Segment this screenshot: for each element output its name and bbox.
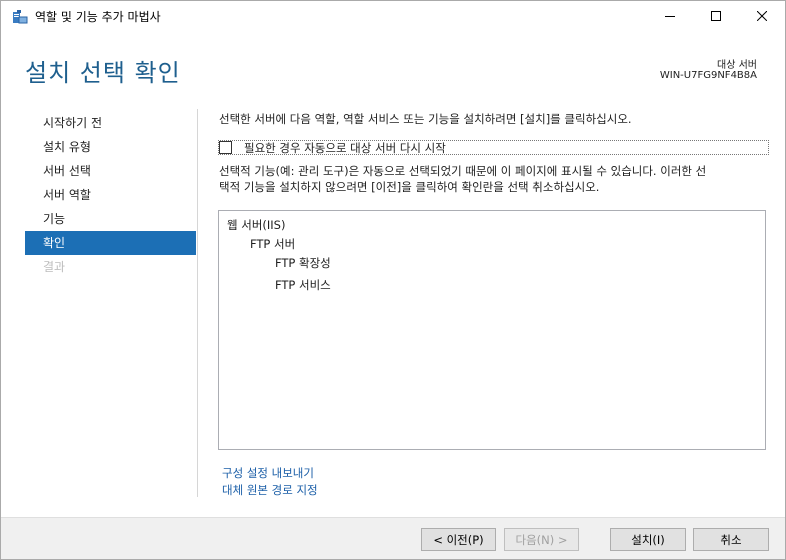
wizard-navigation: 시작하기 전 설치 유형 서버 선택 서버 역할 기능 확인 결과 <box>25 111 196 279</box>
selected-features-list[interactable]: 웹 서버(IIS) FTP 서버 FTP 확장성 FTP 서비스 <box>218 210 766 450</box>
note-line-1: 선택적 기능(예: 관리 도구)은 자동으로 선택되었기 때문에 이 페이지에 … <box>219 164 707 178</box>
intro-text: 선택한 서버에 다음 역할, 역할 서비스 또는 기능을 설치하려면 [설치]를… <box>219 112 632 126</box>
maximize-icon <box>711 11 721 21</box>
minimize-icon <box>665 16 675 17</box>
footer-bar: < 이전(P) 다음(N) > 설치(I) 취소 <box>1 517 785 559</box>
feature-item: FTP 확장성 <box>275 256 331 270</box>
feature-item: FTP 서비스 <box>275 278 331 292</box>
restart-checkbox-label[interactable]: 필요한 경우 자동으로 대상 서버 다시 시작 <box>244 140 446 156</box>
destination-server-label: 대상 서버 <box>717 60 757 71</box>
restart-checkbox-row[interactable]: 필요한 경우 자동으로 대상 서버 다시 시작 <box>218 140 769 155</box>
server-manager-icon <box>12 9 28 25</box>
previous-button[interactable]: < 이전(P) <box>421 528 496 551</box>
cancel-button[interactable]: 취소 <box>693 528 769 551</box>
maximize-button[interactable] <box>693 1 739 31</box>
next-button[interactable]: 다음(N) > <box>504 528 579 551</box>
note-line-2: 택적 기능을 설치하지 않으려면 [이전]을 클릭하여 확인란을 선택 취소하십… <box>219 180 600 194</box>
feature-item: 웹 서버(IIS) <box>227 218 286 232</box>
optional-features-note: 선택적 기능(예: 관리 도구)은 자동으로 선택되었기 때문에 이 페이지에 … <box>219 163 771 195</box>
page-title: 설치 선택 확인 <box>25 59 181 87</box>
nav-item-results: 결과 <box>43 260 66 274</box>
close-button[interactable] <box>739 1 785 31</box>
alternate-source-path-link[interactable]: 대체 원본 경로 지정 <box>222 482 318 498</box>
nav-item-server-selection[interactable]: 서버 선택 <box>25 159 196 183</box>
nav-item-server-roles[interactable]: 서버 역할 <box>25 183 196 207</box>
title-bar[interactable]: 역할 및 기능 추가 마법사 <box>1 1 785 31</box>
nav-item-before-you-begin[interactable]: 시작하기 전 <box>25 111 196 135</box>
nav-item-installation-type[interactable]: 설치 유형 <box>25 135 196 159</box>
minimize-button[interactable] <box>647 1 693 31</box>
export-configuration-link[interactable]: 구성 설정 내보내기 <box>222 465 314 481</box>
nav-divider <box>197 109 198 497</box>
nav-item-features[interactable]: 기능 <box>25 207 196 231</box>
close-icon <box>757 11 767 21</box>
wizard-window: 역할 및 기능 추가 마법사 설치 선택 확인 대상 서버 WIN-U7FG9N… <box>0 0 786 560</box>
install-button[interactable]: 설치(I) <box>610 528 686 551</box>
destination-server-name: WIN-U7FG9NF4B8A <box>659 70 757 81</box>
restart-checkbox[interactable] <box>219 141 232 154</box>
nav-item-confirmation[interactable]: 확인 <box>25 231 196 255</box>
window-title: 역할 및 기능 추가 마법사 <box>35 10 161 24</box>
feature-item: FTP 서버 <box>250 237 296 251</box>
